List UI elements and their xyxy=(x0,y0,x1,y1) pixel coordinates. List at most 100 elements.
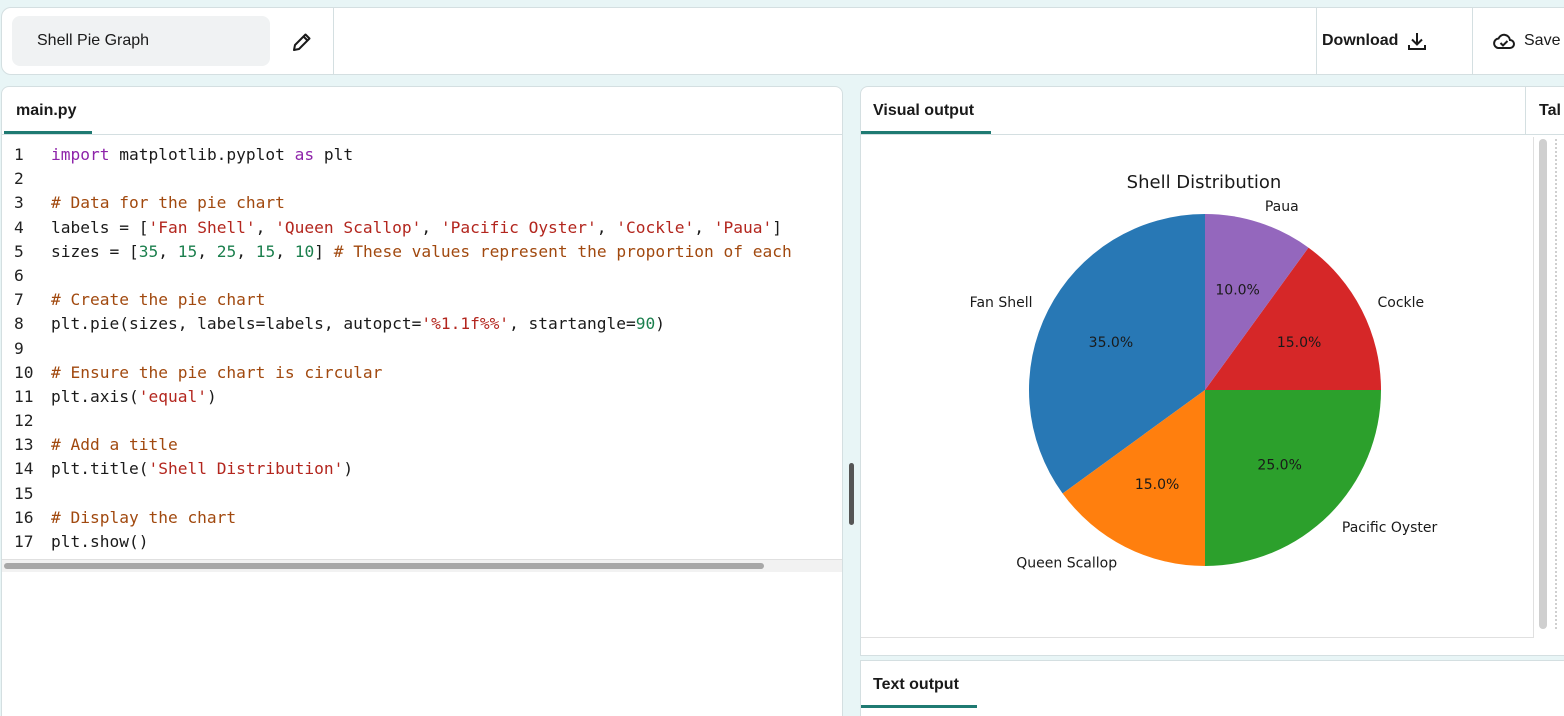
code-line[interactable]: 6 xyxy=(2,264,842,288)
code-token: 'Pacific Oyster' xyxy=(440,217,597,237)
slice-label: Queen Scallop xyxy=(1016,555,1117,571)
code-token: 'Fan Shell' xyxy=(148,217,256,237)
code-token: 'Paua' xyxy=(713,217,773,237)
tab-label: main.py xyxy=(16,102,77,119)
code-token: , xyxy=(421,217,441,237)
code-token: 'Cockle' xyxy=(616,217,695,237)
tab-label: Text output xyxy=(873,676,959,693)
code-token: import xyxy=(51,145,110,164)
code-line[interactable]: 5 sizes = [35, 15, 25, 15, 10] # These va… xyxy=(2,240,842,264)
line-number: 2 xyxy=(14,169,24,189)
vertical-scrollbar-thumb[interactable] xyxy=(1539,139,1547,629)
code-token: '%1.1f%%' xyxy=(421,314,510,334)
code-token: plt.pie(sizes, labels=labels, autopct= xyxy=(51,314,422,334)
slice-percent-label: 15.0% xyxy=(1135,477,1179,493)
code-text: plt.title('Shell Distribution') xyxy=(51,457,353,481)
code-token: ) xyxy=(343,459,354,479)
code-token: # Ensure the pie chart is circular xyxy=(51,362,383,382)
code-token: 10 xyxy=(294,241,315,261)
slice-label: Paua xyxy=(1265,199,1299,215)
code-line[interactable]: 12 xyxy=(2,409,842,433)
code-line[interactable]: 2 xyxy=(2,167,842,191)
save-button[interactable]: Save xyxy=(1492,25,1560,57)
horizontal-scrollbar-thumb[interactable] xyxy=(4,563,764,569)
pencil-icon xyxy=(293,33,311,51)
line-number: 7 xyxy=(14,290,24,310)
code-text: # Add a title xyxy=(51,433,178,457)
chart-title: Shell Distribution xyxy=(1127,172,1282,193)
code-line[interactable]: 14 plt.title('Shell Distribution') xyxy=(2,457,842,481)
project-name-field[interactable]: Shell Pie Graph xyxy=(12,16,270,66)
code-text: # Display the chart xyxy=(51,506,236,530)
toolbar-divider xyxy=(1316,8,1317,74)
code-token: , xyxy=(255,217,276,237)
tab-main-py[interactable]: main.py xyxy=(4,87,92,134)
tab-strip-divider xyxy=(861,134,1564,135)
code-token: , xyxy=(197,241,217,261)
panel-resize-handle[interactable] xyxy=(849,463,854,525)
slice-percent-label: 25.0% xyxy=(1257,458,1301,474)
pie-chart: Shell Distribution Fan Shell Queen Scallo… xyxy=(970,172,1438,571)
save-label: Save xyxy=(1524,32,1561,49)
code-line[interactable]: 3 # Data for the pie chart xyxy=(2,191,842,215)
code-line[interactable]: 9 xyxy=(2,337,842,361)
code-line[interactable]: 8 plt.pie(sizes, labels=labels, autopct='… xyxy=(2,312,842,336)
code-line[interactable]: 17 plt.show() xyxy=(2,530,842,554)
code-line[interactable]: 4 labels = ['Fan Shell', 'Queen Scallop',… xyxy=(2,216,842,240)
text-output-panel: Text output xyxy=(860,660,1564,716)
download-button[interactable]: Download xyxy=(1322,25,1428,57)
code-line[interactable]: 10 # Ensure the pie chart is circular xyxy=(2,361,842,385)
code-token: , xyxy=(694,217,714,237)
code-text: import matplotlib.pyplot as plt xyxy=(51,143,353,167)
code-token: , xyxy=(158,241,178,261)
top-toolbar: Shell Pie Graph Download Save xyxy=(1,7,1564,75)
plot-canvas: Shell Distribution Fan Shell Queen Scallo… xyxy=(861,137,1534,638)
code-line[interactable]: 7 # Create the pie chart xyxy=(2,288,842,312)
code-token: sizes = [ xyxy=(51,241,139,261)
pie-slice-pacific-oyster xyxy=(1205,390,1381,566)
code-line[interactable]: 13 # Add a title xyxy=(2,433,842,457)
tab-divider xyxy=(1525,87,1526,135)
code-line[interactable]: 15 xyxy=(2,482,842,506)
code-text: plt.pie(sizes, labels=labels, autopct='%… xyxy=(51,312,665,336)
code-token: ) xyxy=(655,314,666,334)
tab-text-output[interactable]: Text output xyxy=(861,661,977,708)
horizontal-scrollbar[interactable] xyxy=(2,559,842,572)
code-token: plt.title( xyxy=(51,459,149,479)
code-line[interactable]: 11 plt.axis('equal') xyxy=(2,385,842,409)
edit-name-button[interactable] xyxy=(288,28,316,56)
code-line[interactable]: 16 # Display the chart xyxy=(2,506,842,530)
code-token: ] xyxy=(314,241,334,261)
code-token: labels = [ xyxy=(51,217,149,237)
code-token: # Display the chart xyxy=(51,507,237,527)
code-token: 15 xyxy=(255,241,276,261)
code-token: ] xyxy=(772,217,782,237)
vertical-scrollbar-track[interactable] xyxy=(1555,139,1559,629)
code-token: , xyxy=(596,217,617,237)
toolbar-divider xyxy=(1472,8,1473,74)
line-number: 8 xyxy=(14,314,24,334)
line-number: 14 xyxy=(14,459,34,479)
code-text: sizes = [35, 15, 25, 15, 10] # These val… xyxy=(51,240,792,264)
code-token: plt xyxy=(314,145,354,164)
code-editor-panel: main.py 1 import matplotlib.pyplot as plt… xyxy=(1,86,843,716)
code-token: 35 xyxy=(138,241,159,261)
code-text: # Create the pie chart xyxy=(51,288,265,312)
line-number: 1 xyxy=(14,145,24,164)
code-line[interactable]: 1 import matplotlib.pyplot as plt xyxy=(2,143,842,167)
code-editor[interactable]: 1 import matplotlib.pyplot as plt 2 3 # Data… xyxy=(2,143,842,554)
code-token: plt.show() xyxy=(51,532,149,551)
tab-visual-output[interactable]: Visual output xyxy=(861,87,991,134)
code-token: matplotlib.pyplot xyxy=(109,145,295,164)
code-text: plt.show() xyxy=(51,530,148,554)
code-text: # Ensure the pie chart is circular xyxy=(51,361,382,385)
code-token: # Add a title xyxy=(51,435,178,455)
code-token: # These values represent the proportion … xyxy=(333,241,792,261)
line-number: 9 xyxy=(14,338,24,358)
code-token: 'equal' xyxy=(138,386,207,406)
code-token: , startangle= xyxy=(509,314,636,334)
tab-table-output[interactable]: Tal xyxy=(1527,87,1564,134)
cloud-save-icon xyxy=(1493,33,1515,49)
code-token: , xyxy=(236,241,256,261)
download-label: Download xyxy=(1322,32,1399,49)
